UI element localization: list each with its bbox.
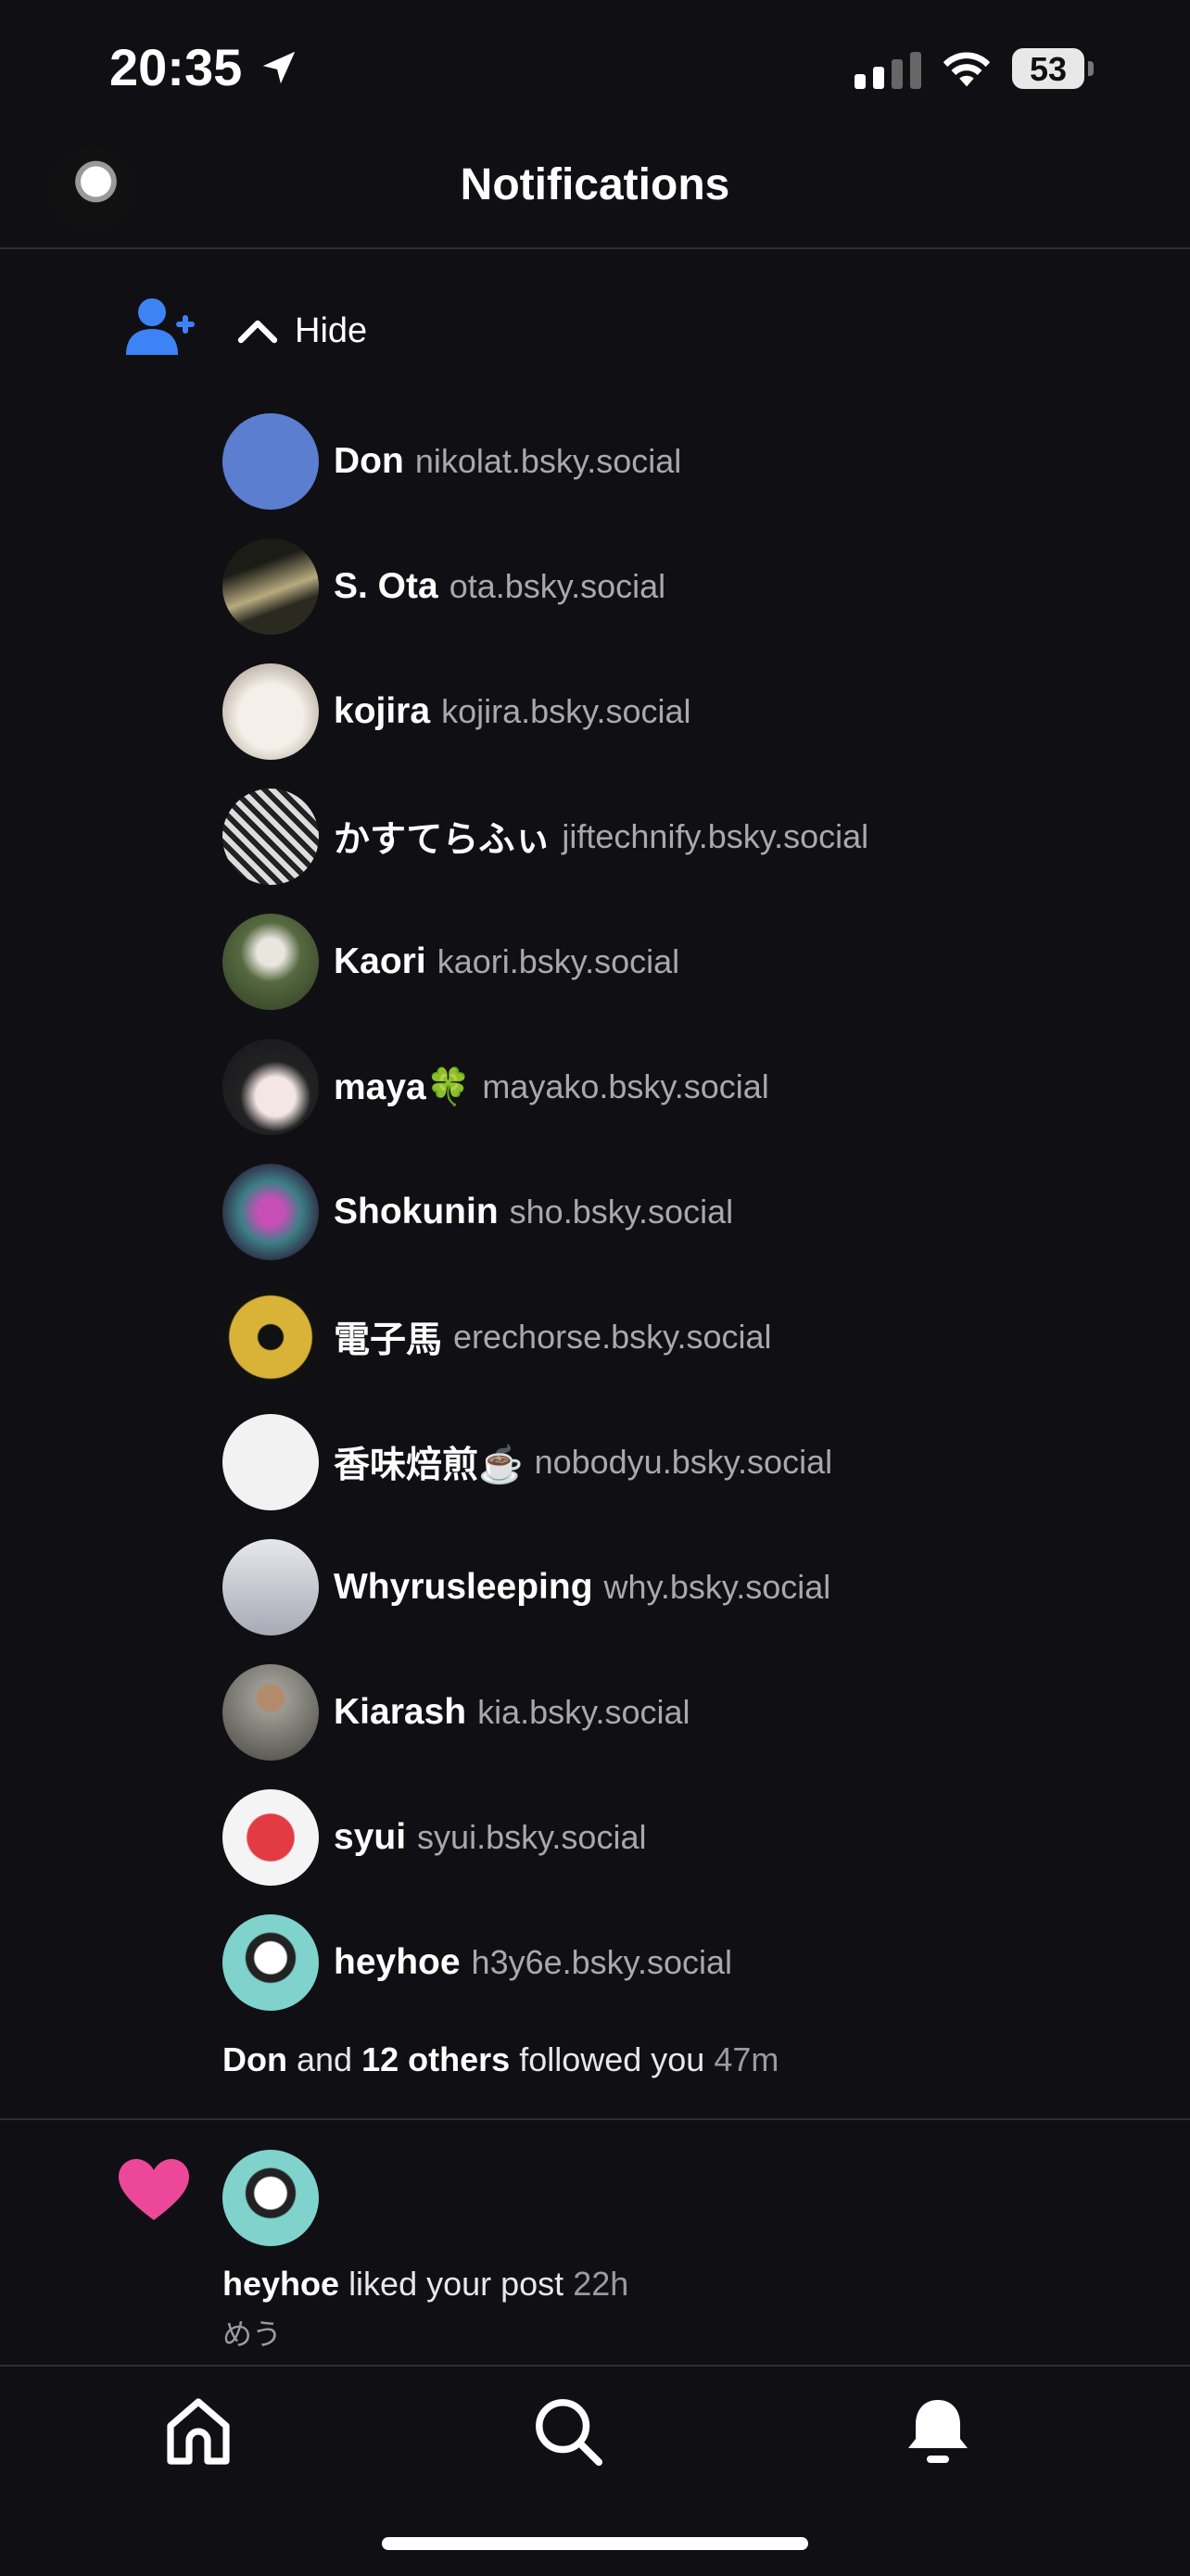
follower-handle: syui.bsky.social — [417, 1817, 647, 1856]
liker-name: heyhoe — [222, 2265, 340, 2303]
follower-row[interactable]: heyhoe h3y6e.bsky.social — [222, 1900, 1149, 2025]
summary-time: 47m — [714, 2040, 779, 2078]
follower-handle: erechorse.bsky.social — [453, 1317, 772, 1356]
follower-row[interactable]: syui syui.bsky.social — [222, 1774, 1149, 1900]
follower-list: Don nikolat.bsky.social S. Ota ota.bsky.… — [222, 398, 1149, 2025]
follower-name: 香味焙煎☕️ — [334, 1445, 524, 1485]
follower-avatar — [222, 1038, 319, 1135]
battery-level: 53 — [1029, 50, 1068, 88]
follower-avatar — [222, 1413, 319, 1510]
follower-name: かすてらふぃ — [334, 819, 551, 860]
follower-handle: kaori.bsky.social — [437, 941, 680, 980]
summary-action: followed you — [519, 2040, 705, 2078]
follower-row[interactable]: Don nikolat.bsky.social — [222, 398, 1149, 524]
page-title: Notifications — [460, 160, 730, 209]
follower-avatar — [222, 537, 319, 635]
summary-first-user: Don — [222, 2040, 287, 2078]
follower-avatar — [222, 412, 319, 510]
follower-handle: jiftechnify.bsky.social — [562, 816, 869, 855]
follower-avatar — [222, 663, 319, 760]
follower-name: kojira — [334, 690, 431, 731]
follower-avatar — [222, 1663, 319, 1761]
bell-icon[interactable] — [903, 2394, 973, 2469]
home-indicator — [382, 2537, 808, 2550]
follower-row[interactable]: Kiarash kia.bsky.social — [222, 1649, 1149, 1774]
follower-handle: ota.bsky.social — [449, 566, 666, 605]
follower-name: syui — [334, 1816, 407, 1857]
follower-handle: sho.bsky.social — [509, 1192, 734, 1231]
follower-avatar — [222, 913, 319, 1010]
follower-avatar — [222, 1288, 319, 1385]
status-time: 20:35 — [109, 38, 243, 96]
follower-name: Kaori — [334, 941, 426, 981]
summary-and: and — [297, 2040, 353, 2078]
follower-row[interactable]: かすてらふぃ jiftechnify.bsky.social — [222, 774, 1149, 899]
follower-name: Shokunin — [334, 1191, 499, 1231]
like-notification-text[interactable]: heyhoe liked your post 22h — [222, 2265, 628, 2304]
follower-name: Kiarash — [334, 1691, 467, 1732]
follower-row[interactable]: Kaori kaori.bsky.social — [222, 899, 1149, 1024]
follower-handle: nobodyu.bsky.social — [534, 1442, 833, 1481]
follower-row[interactable]: kojira kojira.bsky.social — [222, 649, 1149, 774]
follower-name: heyhoe — [334, 1941, 461, 1982]
cellular-signal-icon — [855, 52, 921, 89]
follower-avatar — [222, 788, 319, 885]
follower-name: Whyrusleeping — [334, 1566, 593, 1607]
follower-avatar — [222, 1163, 319, 1260]
follower-name: Don — [334, 440, 404, 481]
follower-avatar — [222, 1913, 319, 2011]
like-action: liked your post — [348, 2265, 564, 2303]
follower-handle: kia.bsky.social — [477, 1692, 690, 1731]
home-icon[interactable] — [163, 2394, 234, 2469]
like-time: 22h — [573, 2265, 629, 2303]
follower-row[interactable]: maya🍀 mayako.bsky.social — [222, 1024, 1149, 1149]
heart-icon — [119, 2159, 189, 2220]
follower-handle: why.bsky.social — [603, 1567, 831, 1606]
follower-row[interactable]: 電子馬 erechorse.bsky.social — [222, 1274, 1149, 1399]
wifi-icon — [943, 52, 991, 87]
search-icon[interactable] — [532, 2394, 604, 2469]
hide-toggle-button[interactable]: Hide — [237, 308, 367, 354]
hide-label: Hide — [295, 310, 368, 350]
battery-indicator: 53 — [1012, 48, 1095, 91]
location-arrow-icon — [262, 51, 296, 84]
follower-handle: nikolat.bsky.social — [414, 441, 682, 480]
follower-row[interactable]: Shokunin sho.bsky.social — [222, 1149, 1149, 1274]
status-bar: 20:35 53 — [0, 0, 1190, 139]
follower-avatar — [222, 1788, 319, 1886]
top-header: Notifications — [0, 139, 1190, 249]
follower-handle: mayako.bsky.social — [482, 1067, 769, 1105]
follower-handle: h3y6e.bsky.social — [471, 1942, 733, 1981]
summary-others: 12 others — [361, 2040, 511, 2078]
follower-name: S. Ota — [334, 565, 438, 606]
divider — [0, 2118, 1190, 2120]
follower-avatar — [222, 1538, 319, 1635]
follow-summary[interactable]: Don and 12 others followed you 47m — [222, 2040, 779, 2079]
follower-name: maya🍀 — [334, 1067, 472, 1107]
person-add-icon — [126, 298, 195, 355]
follower-handle: kojira.bsky.social — [441, 691, 691, 730]
chevron-up-icon — [237, 320, 278, 344]
follower-row[interactable]: 香味焙煎☕️ nobodyu.bsky.social — [222, 1399, 1149, 1524]
follower-name: 電子馬 — [334, 1320, 443, 1360]
follower-row[interactable]: S. Ota ota.bsky.social — [222, 524, 1149, 649]
follower-row[interactable]: Whyrusleeping why.bsky.social — [222, 1524, 1149, 1649]
liked-post-preview[interactable]: めう — [222, 2311, 282, 2354]
liker-avatar[interactable] — [222, 2150, 319, 2246]
